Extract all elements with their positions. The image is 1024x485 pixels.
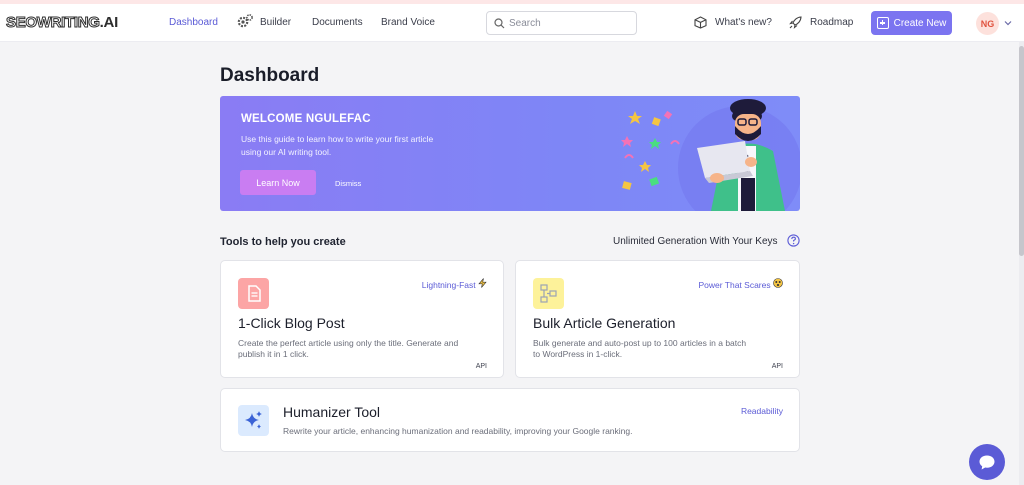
nav-brand-voice[interactable]: Brand Voice <box>381 17 435 28</box>
card-tag-power: Power That Scares <box>698 278 783 290</box>
dismiss-button[interactable]: Dismiss <box>335 179 361 188</box>
search-box[interactable] <box>486 11 637 35</box>
add-square-icon <box>876 17 889 29</box>
card-icon-box <box>533 278 564 309</box>
nav-builder[interactable]: Builder <box>260 17 291 28</box>
welcome-banner: WELCOME NGULEFAC Use this guide to learn… <box>220 96 800 211</box>
logo-accent: .AI <box>99 14 119 31</box>
logo-main: SEOWRITING <box>6 14 101 32</box>
page-title: Dashboard <box>220 65 320 86</box>
whats-new-link[interactable]: What's new? <box>715 17 772 28</box>
nav-dashboard[interactable]: Dashboard <box>169 17 218 28</box>
card-description: Create the perfect article using only th… <box>238 338 459 359</box>
chat-bubble-icon <box>979 455 995 469</box>
chevron-down-icon[interactable] <box>1004 20 1012 26</box>
card-tag-label: Power That Scares <box>698 280 771 290</box>
user-avatar[interactable]: NG <box>976 12 999 35</box>
scrollbar-thumb[interactable] <box>1019 46 1024 256</box>
humanizer-card[interactable]: Humanizer Tool Rewrite your article, enh… <box>220 388 800 452</box>
bulk-article-card[interactable]: Power That Scares Bulk Article Generatio… <box>515 260 800 378</box>
card-description: Rewrite your article, enhancing humaniza… <box>283 426 633 436</box>
banner-title: WELCOME NGULEFAC <box>241 113 371 125</box>
card-tag-readability: Readability <box>740 406 783 416</box>
unlimited-generation-link[interactable]: Unlimited Generation With Your Keys <box>613 236 778 247</box>
box-icon <box>694 16 707 29</box>
chat-button[interactable] <box>969 444 1005 480</box>
lightning-icon <box>478 278 487 288</box>
document-icon <box>238 278 269 309</box>
card-description: Bulk generate and auto-post up to 100 ar… <box>533 338 747 359</box>
card-tag-lightning: Lightning-Fast <box>422 278 487 290</box>
blog-post-card[interactable]: Lightning-Fast 1-Click Blog Post Create … <box>220 260 504 378</box>
create-new-label: Create New <box>893 17 947 29</box>
api-badge: API <box>771 363 783 370</box>
card-title: Bulk Article Generation <box>533 315 676 331</box>
create-new-button[interactable]: Create New <box>871 11 952 35</box>
card-icon-box <box>238 278 269 309</box>
man-with-laptop-illustration <box>621 99 800 211</box>
banner-text: Use this guide to learn how to write you… <box>241 134 434 157</box>
flowchart-icon <box>533 278 564 309</box>
card-title: Humanizer Tool <box>283 404 381 420</box>
sparkles-icon <box>238 405 269 436</box>
gears-icon <box>237 14 253 28</box>
api-badge: API <box>475 363 487 370</box>
logo[interactable]: SEOWRITING.AI <box>6 14 119 32</box>
top-navbar: SEOWRITING.AI Dashboard Builder Document… <box>0 4 1024 42</box>
roadmap-link[interactable]: Roadmap <box>810 17 853 28</box>
card-tag-label: Lightning-Fast <box>421 280 476 290</box>
learn-now-button[interactable]: Learn Now <box>240 170 316 195</box>
page-scrollbar[interactable] <box>1019 42 1024 485</box>
question-circle-icon[interactable] <box>787 234 800 247</box>
tools-section-title: Tools to help you create <box>220 236 346 248</box>
nav-documents[interactable]: Documents <box>312 17 363 28</box>
search-icon <box>494 18 505 29</box>
rocket-icon <box>789 16 802 29</box>
card-icon-box <box>238 405 269 436</box>
search-input[interactable] <box>509 15 629 31</box>
card-title: 1-Click Blog Post <box>238 315 345 331</box>
scared-face-icon <box>773 278 783 288</box>
